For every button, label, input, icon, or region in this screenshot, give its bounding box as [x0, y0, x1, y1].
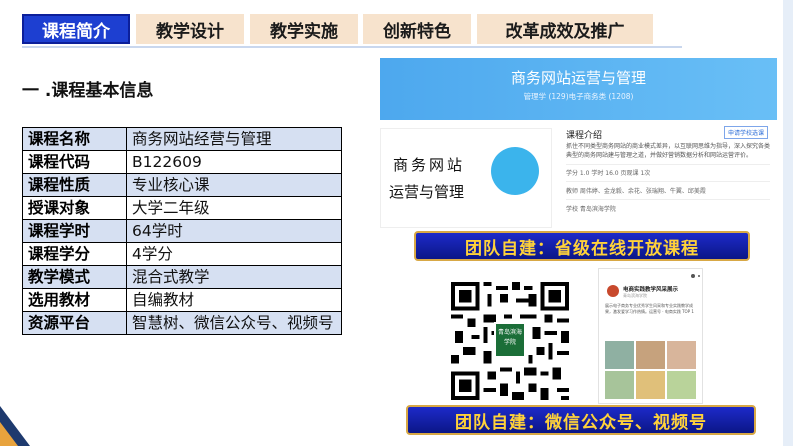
- course-intro-title: 课程介绍: [566, 131, 603, 141]
- course-teachers: 教师 周伟婷、金龙毅、余花、张瑞翔、牛翼、邱美霞: [566, 188, 706, 195]
- account-subtitle: 青岛滨海学院: [623, 293, 647, 298]
- video-thumbnail: [667, 371, 696, 399]
- video-thumbnail: [636, 341, 665, 369]
- cover-circle: [491, 147, 539, 195]
- row-value: 商务网站经营与管理: [126, 127, 342, 151]
- qr-center-logo: 青岛滨海学院: [494, 322, 526, 358]
- row-value: 专业核心课: [126, 173, 342, 197]
- row-value: 4学分: [126, 242, 342, 266]
- cover-title-line1: 商务网站: [393, 156, 466, 174]
- course-banner: 商务网站运营与管理 管理学 (129)电子商务类 (1208): [380, 58, 777, 120]
- online-course-card: 商务网站运营与管理 管理学 (129)电子商务类 (1208) 商务网站 运营与…: [380, 58, 777, 230]
- row-value: 混合式教学: [126, 265, 342, 289]
- cover-title-line2: 运营与管理: [389, 183, 465, 201]
- video-thumbnail: [636, 371, 665, 399]
- online-course-banner: 团队自建：省级在线开放课程: [414, 231, 750, 261]
- row-key: 课程学时: [22, 219, 127, 243]
- course-intro-panel: 课程介绍 申请学校选课 抓住不同类型商务网站的商业模式差异，以互联网思维为指导，…: [566, 124, 772, 228]
- phone-top-bar: [691, 274, 700, 278]
- right-decoration-strip: [783, 0, 793, 446]
- course-cover: 商务网站 运营与管理: [380, 128, 552, 228]
- table-row: 资源平台 智慧树、微信公众号、视频号: [22, 311, 342, 335]
- row-key: 资源平台: [22, 311, 127, 335]
- course-banner-subtitle: 管理学 (129)电子商务类 (1208): [523, 92, 634, 101]
- table-row: 课程性质 专业核心课: [22, 173, 342, 197]
- table-row: 授课对象 大学二年级: [22, 196, 342, 220]
- row-key: 课程名称: [22, 127, 127, 151]
- wechat-account-screenshot: 电商实践教学风采展示 青岛滨海学院 展示电子商务专业优秀学生风采和专业实践教学成…: [598, 268, 703, 404]
- row-value: 64学时: [126, 219, 342, 243]
- section-heading: 一 .课程基本信息: [22, 81, 154, 101]
- video-thumbnail-grid: [605, 341, 697, 401]
- row-value: 智慧树、微信公众号、视频号: [126, 311, 342, 335]
- table-row: 课程名称 商务网站经营与管理: [22, 127, 342, 151]
- row-key: 课程代码: [22, 150, 127, 174]
- row-value: 自编教材: [126, 288, 342, 312]
- corner-decoration: [0, 406, 30, 446]
- table-row: 选用教材 自编教材: [22, 288, 342, 312]
- table-row: 课程学分 4学分: [22, 242, 342, 266]
- video-thumbnail: [605, 341, 634, 369]
- nav-underline: [22, 46, 682, 48]
- row-key: 教学模式: [22, 265, 127, 289]
- tab-course-intro[interactable]: 课程简介: [22, 14, 130, 44]
- table-row: 课程代码 B122609: [22, 150, 342, 174]
- course-info-table: 课程名称 商务网站经营与管理 课程代码 B122609 课程性质 专业核心课 授…: [22, 127, 342, 335]
- divider: [566, 164, 770, 165]
- table-row: 课程学时 64学时: [22, 219, 342, 243]
- divider: [566, 199, 770, 200]
- row-key: 课程学分: [22, 242, 127, 266]
- table-row: 教学模式 混合式教学: [22, 265, 342, 289]
- account-avatar: [607, 285, 619, 297]
- row-value: B122609: [126, 150, 342, 174]
- course-stats: 学分 1.0 学时 16.0 页观课 1次: [566, 170, 651, 177]
- row-key: 课程性质: [22, 173, 127, 197]
- tab-teaching-design[interactable]: 教学设计: [136, 14, 244, 44]
- tab-reform-results[interactable]: 改革成效及推广: [477, 14, 653, 44]
- apply-course-button[interactable]: 申请学校选课: [723, 126, 768, 139]
- tab-teaching-implementation[interactable]: 教学实施: [250, 14, 358, 44]
- row-key: 授课对象: [22, 196, 127, 220]
- account-description: 展示电子商务专业优秀学生风采和专业实践教学成果，激发爱学习作热情。运营号 · 电…: [605, 303, 694, 314]
- video-thumbnail: [605, 371, 634, 399]
- account-name: 电商实践教学风采展示: [623, 287, 679, 293]
- video-thumbnail: [667, 341, 696, 369]
- row-key: 选用教材: [22, 288, 127, 312]
- tab-innovation[interactable]: 创新特色: [363, 14, 471, 44]
- course-banner-title: 商务网站运营与管理: [510, 69, 646, 87]
- wechat-banner: 团队自建：微信公众号、视频号: [406, 405, 756, 435]
- row-value: 大学二年级: [126, 196, 342, 220]
- divider: [566, 181, 770, 182]
- course-school: 学校 青岛滨海学院: [566, 206, 616, 213]
- course-intro-desc: 抓住不同类型商务网站的商业模式差异，以互联网思维为指导，深入探究各类典型的商务网…: [566, 143, 771, 159]
